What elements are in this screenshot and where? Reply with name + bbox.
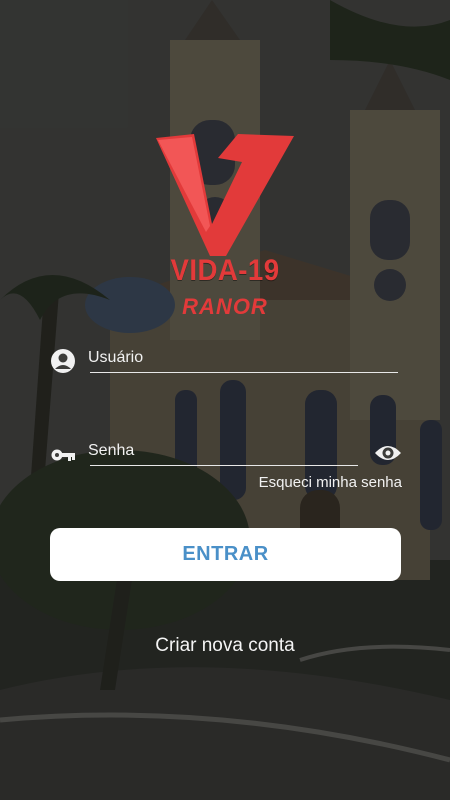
key-icon bbox=[50, 442, 76, 468]
brand-title: VIDA-19 bbox=[170, 254, 280, 287]
username-label: Usuário bbox=[88, 349, 144, 366]
create-account-link[interactable]: Criar nova conta bbox=[0, 635, 450, 657]
password-input[interactable] bbox=[90, 465, 358, 466]
brand-subtitle: RANOR bbox=[182, 294, 268, 319]
username-input[interactable] bbox=[90, 372, 398, 373]
app-logo: VIDA-19 RANOR bbox=[150, 128, 300, 323]
user-circle-icon bbox=[50, 348, 76, 374]
password-label: Senha bbox=[88, 442, 135, 459]
dark-overlay bbox=[0, 0, 450, 800]
forgot-password-link[interactable]: Esqueci minha senha bbox=[259, 474, 402, 491]
enter-button[interactable]: ENTRAR bbox=[50, 528, 401, 581]
v-logo-icon bbox=[156, 134, 294, 256]
eye-icon[interactable] bbox=[374, 441, 402, 465]
